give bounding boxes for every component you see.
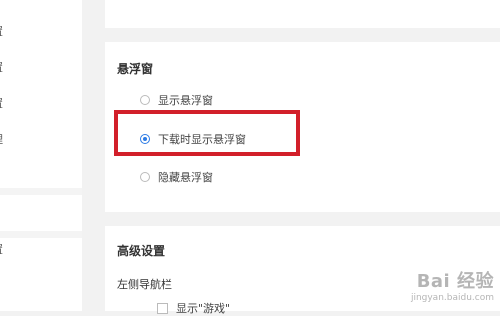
- left-nav-label: 左侧导航栏: [117, 278, 172, 291]
- sidebar-item-5[interactable]: 置: [0, 243, 14, 257]
- radio-hide-float[interactable]: 隐藏悬浮窗: [140, 169, 213, 185]
- section-title-advanced: 高级设置: [117, 244, 166, 258]
- checkbox[interactable]: [157, 302, 168, 314]
- radio-show-float[interactable]: 显示悬浮窗: [140, 92, 213, 108]
- sidebar-item-4[interactable]: 理: [0, 133, 14, 147]
- radio-label: 隐藏悬浮窗: [158, 171, 213, 184]
- baidu-watermark: Bai 经验 jingyan.baidu.com: [411, 267, 494, 303]
- watermark-url: jingyan.baidu.com: [410, 293, 494, 303]
- settings-card-top: [105, 0, 500, 28]
- checkbox-show-games[interactable]: 显示"游戏": [157, 300, 230, 316]
- radio-button[interactable]: [140, 172, 150, 182]
- section-title-float-window: 悬浮窗: [117, 62, 154, 76]
- sidebar-item-2[interactable]: 置: [0, 61, 14, 75]
- highlight-box: [114, 110, 300, 156]
- radio-button[interactable]: [140, 95, 150, 105]
- sidebar-item-3[interactable]: 置: [0, 97, 14, 111]
- sidebar-item-1[interactable]: 置: [0, 25, 14, 39]
- radio-label: 显示悬浮窗: [158, 94, 213, 107]
- checkbox-label: 显示"游戏": [176, 302, 231, 315]
- sidebar-item-selected[interactable]: [0, 195, 82, 231]
- sidebar: 置 置 置 理 置: [0, 0, 82, 311]
- watermark-logo-text: Bai 经验: [416, 271, 494, 292]
